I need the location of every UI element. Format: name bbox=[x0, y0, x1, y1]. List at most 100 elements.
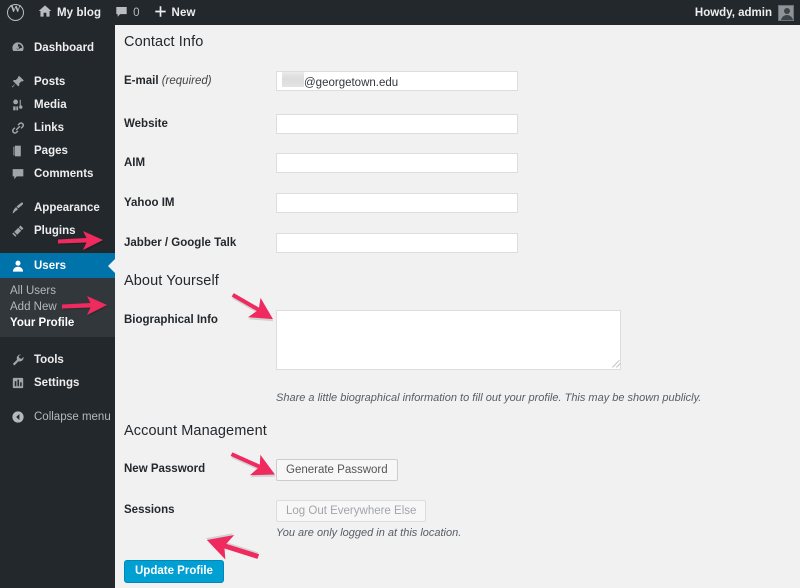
paintbrush-icon bbox=[10, 200, 25, 215]
howdy-label: Howdy, admin bbox=[694, 6, 772, 19]
sidebar-item-links[interactable]: Links bbox=[0, 116, 115, 139]
new-password-control: Generate Password bbox=[276, 459, 584, 481]
email-label: E-mail (required) bbox=[124, 75, 212, 87]
sidebar-item-comments[interactable]: Comments bbox=[0, 162, 115, 185]
sidebar-item-label: Plugins bbox=[34, 224, 76, 237]
account-menu[interactable]: Howdy, admin bbox=[695, 0, 800, 25]
plug-icon bbox=[10, 223, 25, 238]
sidebar-item-appearance[interactable]: Appearance bbox=[0, 196, 115, 219]
email-field[interactable]: @georgetown.edu bbox=[276, 71, 518, 91]
sidebar-item-pages[interactable]: Pages bbox=[0, 139, 115, 162]
yahoo-im-field[interactable] bbox=[276, 193, 518, 213]
jabber-field[interactable] bbox=[276, 233, 518, 253]
settings-sliders-icon bbox=[10, 375, 25, 390]
about-yourself-heading: About Yourself bbox=[124, 273, 219, 289]
field-row-aim: AIM bbox=[124, 153, 544, 173]
sessions-control: Log Out Everywhere Else bbox=[276, 500, 584, 522]
site-name-label: My blog bbox=[57, 6, 102, 19]
sidebar-item-label: Posts bbox=[34, 75, 66, 88]
sidebar-item-label: Media bbox=[34, 98, 67, 111]
user-icon bbox=[10, 258, 25, 273]
home-icon bbox=[38, 4, 52, 21]
sidebar-item-label: Links bbox=[34, 121, 65, 134]
sessions-help: You are only logged in at this location. bbox=[276, 527, 462, 539]
email-required-note: (required) bbox=[161, 75, 212, 87]
sidebar-item-plugins[interactable]: Plugins bbox=[0, 219, 115, 242]
site-name-menu[interactable]: My blog bbox=[31, 0, 108, 25]
collapse-menu-button[interactable]: Collapse menu bbox=[0, 405, 115, 428]
aim-field[interactable] bbox=[276, 153, 518, 173]
user-avatar-icon bbox=[778, 4, 794, 21]
field-row-sessions: Sessions Log Out Everywhere Else bbox=[124, 500, 584, 522]
sidebar-item-settings[interactable]: Settings bbox=[0, 371, 115, 394]
website-label: Website bbox=[124, 118, 168, 130]
plus-icon bbox=[154, 5, 167, 21]
sidebar-item-label: Pages bbox=[34, 144, 68, 157]
contact-info-heading: Contact Info bbox=[124, 34, 204, 50]
users-submenu: All Users Add New Your Profile bbox=[0, 278, 115, 337]
log-out-everywhere-else-button[interactable]: Log Out Everywhere Else bbox=[276, 500, 427, 522]
dashboard-icon bbox=[10, 40, 25, 55]
jabber-label: Jabber / Google Talk bbox=[124, 237, 237, 249]
field-row-new-password: New Password Generate Password bbox=[124, 459, 584, 481]
field-row-email: E-mail (required) @georgetown.edu bbox=[124, 71, 544, 91]
biographical-info-label: Biographical Info bbox=[124, 314, 218, 326]
biographical-info-textarea[interactable] bbox=[276, 310, 621, 370]
sidebar-item-dashboard[interactable]: Dashboard bbox=[0, 36, 115, 59]
aim-label: AIM bbox=[124, 157, 146, 169]
field-row-website: Website bbox=[124, 114, 544, 134]
sidebar-item-label: Dashboard bbox=[34, 41, 95, 54]
submenu-item-your-profile[interactable]: Your Profile bbox=[10, 315, 115, 331]
wordpress-admin-screen: My blog 0 New Howdy, admin bbox=[0, 0, 800, 588]
sidebar-item-label: Users bbox=[34, 259, 66, 272]
comment-bubble-icon bbox=[10, 166, 25, 181]
link-icon bbox=[10, 120, 25, 135]
sidebar-item-users[interactable]: Users bbox=[0, 253, 115, 278]
field-row-jabber: Jabber / Google Talk bbox=[124, 233, 544, 253]
aim-control bbox=[276, 153, 544, 173]
sidebar-item-tools[interactable]: Tools bbox=[0, 348, 115, 371]
website-control bbox=[276, 114, 544, 134]
biographical-info-wrapper bbox=[276, 310, 623, 370]
sidebar-item-media[interactable]: Media bbox=[0, 93, 115, 116]
email-value: @georgetown.edu bbox=[304, 77, 399, 89]
sessions-label: Sessions bbox=[124, 504, 175, 516]
field-row-biographical-info: Biographical Info bbox=[124, 310, 684, 370]
new-content-label: New bbox=[171, 6, 196, 19]
account-management-heading: Account Management bbox=[124, 423, 267, 439]
yahoo-im-label: Yahoo IM bbox=[124, 197, 175, 209]
submenu-item-add-new[interactable]: Add New bbox=[10, 299, 115, 315]
media-icon bbox=[10, 97, 25, 112]
website-field[interactable] bbox=[276, 114, 518, 134]
wordpress-logo-icon bbox=[7, 3, 24, 21]
jabber-control bbox=[276, 233, 544, 253]
collapse-menu-label: Collapse menu bbox=[34, 410, 111, 423]
sidebar-item-label: Settings bbox=[34, 376, 80, 389]
comment-bubble-icon bbox=[115, 5, 128, 21]
email-redaction-block bbox=[282, 72, 304, 87]
comments-menu[interactable]: 0 bbox=[108, 0, 146, 25]
comments-count: 0 bbox=[133, 6, 140, 19]
new-content-menu[interactable]: New bbox=[147, 0, 203, 25]
yahoo-im-control bbox=[276, 193, 544, 213]
admin-bar: My blog 0 New Howdy, admin bbox=[0, 0, 800, 25]
profile-form: Contact Info E-mail (required) @georgeto… bbox=[115, 25, 800, 588]
collapse-arrow-icon bbox=[10, 409, 25, 424]
submenu-item-all-users[interactable]: All Users bbox=[10, 283, 115, 299]
field-row-yahoo-im: Yahoo IM bbox=[124, 193, 544, 213]
update-profile-button[interactable]: Update Profile bbox=[124, 560, 224, 583]
sidebar-item-posts[interactable]: Posts bbox=[0, 70, 115, 93]
pages-icon bbox=[10, 143, 25, 158]
generate-password-button[interactable]: Generate Password bbox=[276, 459, 398, 481]
new-password-label: New Password bbox=[124, 463, 206, 475]
admin-sidebar: Dashboard Posts Media Links Pages Commen… bbox=[0, 25, 115, 588]
pin-icon bbox=[10, 74, 25, 89]
sidebar-item-label: Tools bbox=[34, 353, 64, 366]
biographical-info-help: Share a little biographical information … bbox=[276, 392, 702, 404]
biographical-info-control bbox=[276, 310, 684, 370]
email-control: @georgetown.edu bbox=[276, 71, 544, 91]
wrench-icon bbox=[10, 352, 25, 367]
sidebar-item-label: Comments bbox=[34, 167, 94, 180]
sidebar-item-label: Appearance bbox=[34, 201, 100, 214]
wordpress-logo-menu[interactable] bbox=[0, 0, 31, 25]
